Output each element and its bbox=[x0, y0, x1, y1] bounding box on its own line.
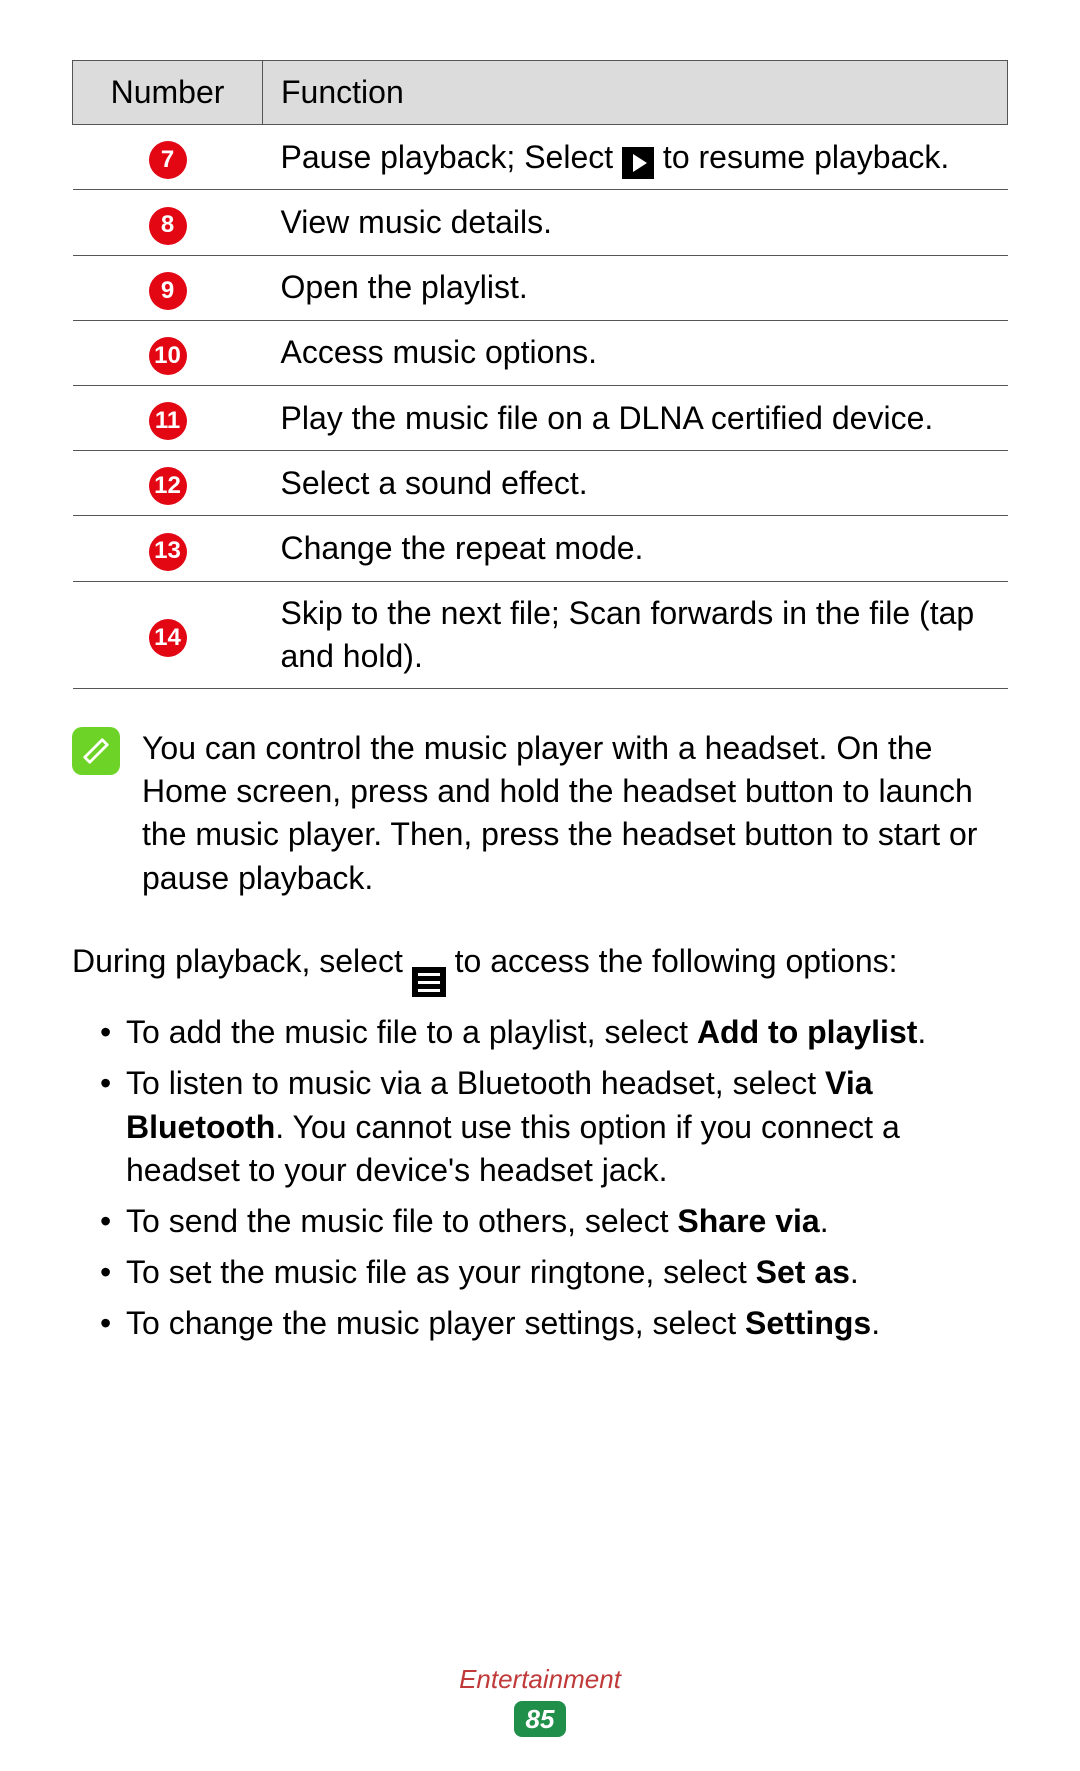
number-badge-9: 9 bbox=[149, 272, 187, 310]
page-number-badge: 85 bbox=[514, 1701, 566, 1737]
function-cell: Access music options. bbox=[263, 320, 1008, 385]
note-text: You can control the music player with a … bbox=[142, 727, 1008, 900]
note-block: You can control the music player with a … bbox=[72, 727, 1008, 900]
function-cell: Skip to the next file; Scan forwards in … bbox=[263, 581, 1008, 688]
function-cell: Select a sound effect. bbox=[263, 451, 1008, 516]
function-cell: Play the music file on a DLNA certified … bbox=[263, 386, 1008, 451]
list-item: To set the music file as your ringtone, … bbox=[100, 1251, 1008, 1294]
header-number: Number bbox=[73, 61, 263, 125]
function-cell: Pause playback; Select to resume playbac… bbox=[263, 125, 1008, 190]
intro-line: During playback, select to access the fo… bbox=[72, 940, 1008, 998]
function-cell: Change the repeat mode. bbox=[263, 516, 1008, 581]
manual-page: Number Function 7 Pause playback; Select… bbox=[0, 0, 1080, 1394]
list-item: To add the music file to a playlist, sel… bbox=[100, 1011, 1008, 1054]
table-row: 9 Open the playlist. bbox=[73, 255, 1008, 320]
function-cell: Open the playlist. bbox=[263, 255, 1008, 320]
note-icon bbox=[72, 727, 120, 775]
number-badge-13: 13 bbox=[149, 533, 187, 571]
function-cell: View music details. bbox=[263, 190, 1008, 255]
list-item: To change the music player settings, sel… bbox=[100, 1302, 1008, 1345]
table-row: 14 Skip to the next file; Scan forwards … bbox=[73, 581, 1008, 688]
menu-icon bbox=[412, 967, 446, 997]
table-row: 11 Play the music file on a DLNA certifi… bbox=[73, 386, 1008, 451]
table-row: 7 Pause playback; Select to resume playb… bbox=[73, 125, 1008, 190]
list-item: To listen to music via a Bluetooth heads… bbox=[100, 1062, 1008, 1192]
table-row: 12 Select a sound effect. bbox=[73, 451, 1008, 516]
number-badge-12: 12 bbox=[149, 467, 187, 505]
number-badge-10: 10 bbox=[149, 337, 187, 375]
number-badge-11: 11 bbox=[149, 402, 187, 440]
list-item: To send the music file to others, select… bbox=[100, 1200, 1008, 1243]
header-function: Function bbox=[263, 61, 1008, 125]
function-table: Number Function 7 Pause playback; Select… bbox=[72, 60, 1008, 689]
table-row: 10 Access music options. bbox=[73, 320, 1008, 385]
footer-section-label: Entertainment bbox=[0, 1664, 1080, 1695]
number-badge-8: 8 bbox=[149, 207, 187, 245]
play-icon bbox=[622, 147, 654, 179]
page-footer: Entertainment 85 bbox=[0, 1664, 1080, 1737]
table-row: 13 Change the repeat mode. bbox=[73, 516, 1008, 581]
number-badge-14: 14 bbox=[149, 619, 187, 657]
number-badge-7: 7 bbox=[149, 141, 187, 179]
options-list: To add the music file to a playlist, sel… bbox=[72, 1011, 1008, 1345]
table-row: 8 View music details. bbox=[73, 190, 1008, 255]
